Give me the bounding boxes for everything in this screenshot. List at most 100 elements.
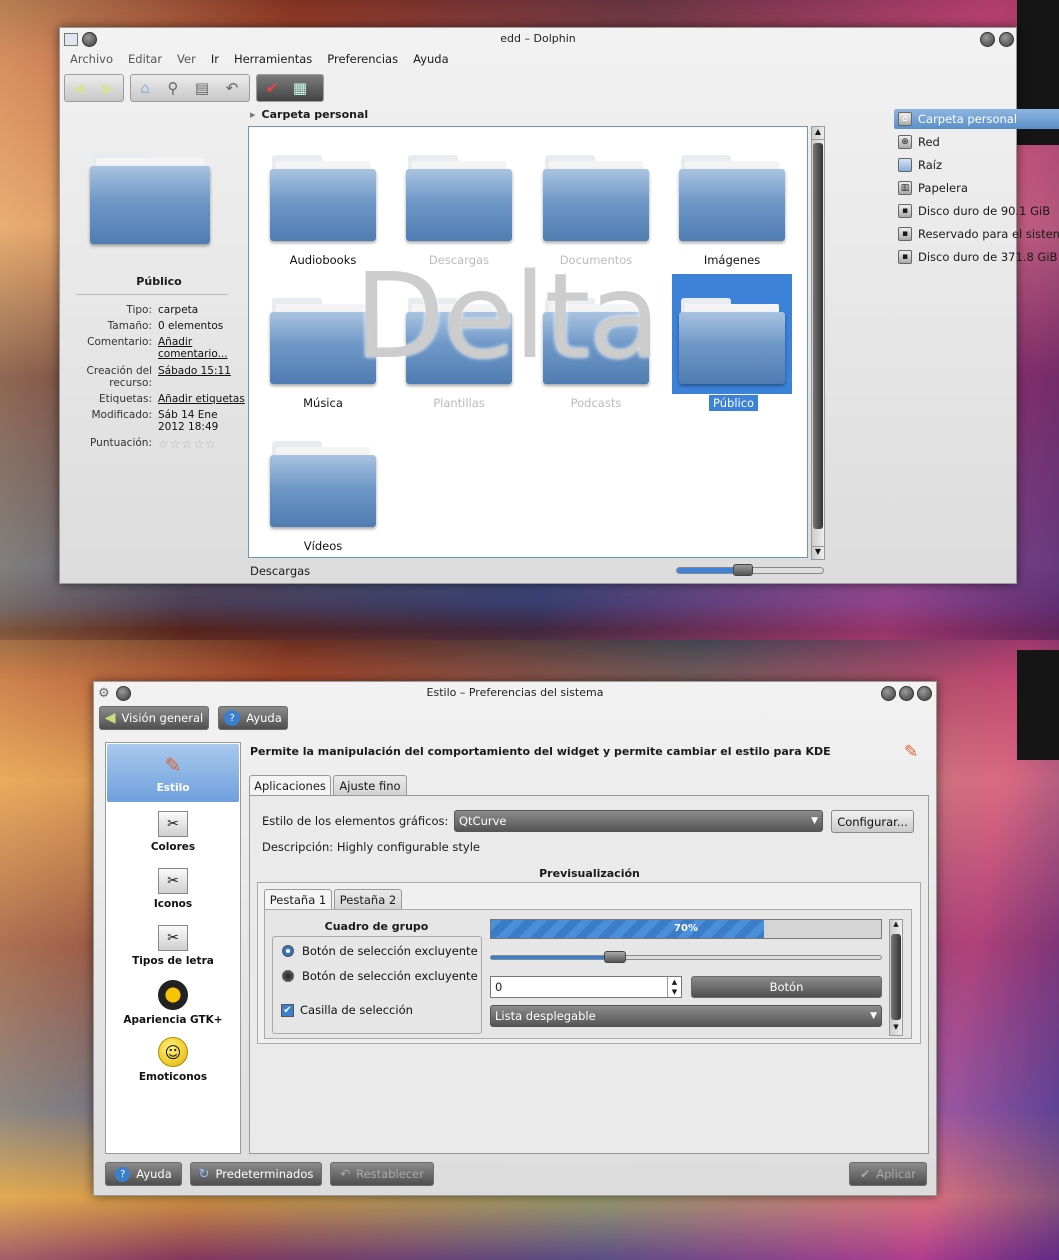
preview-slider[interactable] <box>490 951 882 963</box>
gtk-icon <box>158 980 188 1010</box>
undo-icon[interactable]: ↶ <box>221 78 243 98</box>
radio-button-1[interactable] <box>282 945 294 957</box>
place-disk-371[interactable]: ▪ Disco duro de 371.8 GiB <box>894 247 1059 267</box>
menu-herramientas[interactable]: Herramientas <box>234 52 312 70</box>
file-view-scrollbar[interactable]: ▲ ▼ <box>811 126 825 560</box>
desktop-panel-bottom <box>1017 650 1059 760</box>
search-icon[interactable]: ⚲ <box>162 78 184 98</box>
add-comment-link[interactable]: Añadir comentario... <box>158 336 228 360</box>
view-toolbar-group: ✔ ▦ <box>256 74 324 102</box>
rating-stars-icon[interactable]: ☆☆☆☆☆ <box>158 437 248 451</box>
minimize-button[interactable] <box>980 32 995 47</box>
tools-icon: ✂ <box>158 868 188 894</box>
radio-button-2[interactable] <box>282 970 294 982</box>
tab-ajuste-fino[interactable]: Ajuste fino <box>333 775 407 795</box>
place-trash[interactable]: ▥ Papelera <box>894 178 1059 198</box>
preview-tab-1[interactable]: Pestaña 1 <box>264 889 332 909</box>
folder-imagenes[interactable] <box>679 155 785 245</box>
place-reserved[interactable]: ▪ Reservado para el sistema <box>894 224 1059 244</box>
category-gtk[interactable]: Apariencia GTK+ <box>107 980 239 1026</box>
chevron-down-icon: ▼ <box>870 1011 877 1021</box>
gear-icon[interactable]: ⚙ <box>98 686 110 701</box>
radio-label-2: Botón de selección excluyente <box>302 969 478 983</box>
help-button[interactable]: ? Ayuda <box>105 1162 182 1186</box>
app-menu-icon[interactable] <box>64 33 78 46</box>
category-emoticonos[interactable]: ☺ Emoticonos <box>107 1037 239 1083</box>
info-folder-preview <box>90 146 212 250</box>
category-estilo[interactable]: ✎ Estilo <box>107 752 239 794</box>
overview-button[interactable]: ◀ Visión general <box>99 706 209 730</box>
nav-toolbar-group: ◀ ▶ <box>64 74 124 102</box>
created-date-link[interactable]: Sábado 15:11 <box>158 365 248 377</box>
menu-editar[interactable]: Editar <box>128 52 162 70</box>
scroll-up-icon[interactable]: ▲ <box>890 920 902 932</box>
help-menu-button[interactable]: ? Ayuda <box>218 706 288 730</box>
preview-scrollbar[interactable]: ▲ ▼ <box>889 919 903 1036</box>
add-tags-link[interactable]: Añadir etiquetas <box>158 393 248 405</box>
window-options-button[interactable] <box>116 686 131 701</box>
preview-button[interactable]: Botón <box>691 976 882 998</box>
scroll-down-icon[interactable]: ▼ <box>812 546 824 559</box>
home-icon[interactable]: ⌂ <box>134 78 156 98</box>
category-colores[interactable]: ✂ Colores <box>107 811 239 853</box>
chevron-down-icon: ▼ <box>811 816 818 826</box>
tools-icon: ✂ <box>158 811 188 837</box>
folder-descargas[interactable] <box>406 155 512 245</box>
preview-title: Previsualización <box>539 867 640 880</box>
configure-button[interactable]: Configurar... <box>831 810 914 833</box>
folder-documentos[interactable] <box>543 155 649 245</box>
place-network[interactable]: ⊕ Red <box>894 132 1059 152</box>
window-options-button[interactable] <box>82 32 97 47</box>
apply-button: ✔ Aplicar <box>849 1162 927 1186</box>
zoom-slider-handle[interactable] <box>732 564 753 576</box>
category-tipos-de-letra[interactable]: ✂ Tipos de letra <box>107 925 239 967</box>
back-arrow-icon: ◀ <box>104 710 116 726</box>
preview-icon[interactable]: ✔ <box>261 78 283 98</box>
breadcrumb[interactable]: ▸ Carpeta personal <box>250 108 368 121</box>
menubar: Archivo Editar Ver Ir Herramientas Prefe… <box>70 52 449 70</box>
menu-ir[interactable]: Ir <box>211 52 219 70</box>
zoom-slider[interactable] <box>676 564 824 576</box>
place-disk-90[interactable]: ▪ Disco duro de 90.1 GiB <box>894 201 1059 221</box>
menu-ayuda[interactable]: Ayuda <box>413 52 449 70</box>
menu-preferencias[interactable]: Preferencias <box>327 52 398 70</box>
scroll-down-icon[interactable]: ▼ <box>890 1023 902 1035</box>
scroll-thumb[interactable] <box>813 143 823 529</box>
folder-label-selected: Público <box>708 394 760 412</box>
group-box-title: Cuadro de grupo <box>324 920 429 933</box>
network-icon: ⊕ <box>898 135 912 149</box>
style-combobox[interactable]: QtCurve ▼ <box>454 810 823 832</box>
info-name: Público <box>136 275 182 288</box>
place-home[interactable]: ⌂ Carpeta personal <box>894 109 1059 129</box>
folder-publico[interactable] <box>679 298 785 388</box>
disk-icon: ▪ <box>898 250 912 264</box>
refresh-icon: ↻ <box>198 1166 210 1182</box>
window-title: Estilo – Preferencias del sistema <box>426 686 604 699</box>
menu-archivo[interactable]: Archivo <box>70 52 113 70</box>
forward-arrow-icon[interactable]: ▶ <box>97 78 119 98</box>
folder-videos[interactable] <box>270 441 376 531</box>
category-iconos[interactable]: ✂ Iconos <box>107 868 239 910</box>
slider-handle[interactable] <box>603 951 626 963</box>
defaults-button[interactable]: ↻ Predeterminados <box>190 1162 322 1186</box>
preview-combobox[interactable]: Lista desplegable ▼ <box>490 1005 882 1027</box>
new-folder-icon[interactable]: ▤ <box>191 78 213 98</box>
view-mode-icon[interactable]: ▦ <box>289 78 311 98</box>
maximize-button[interactable] <box>899 686 914 701</box>
progress-label: 70% <box>674 923 698 934</box>
file-view[interactable]: Audiobooks Descargas Documentos Imágenes… <box>248 126 808 558</box>
spin-box[interactable]: 0 ▲ ▼ <box>490 976 682 998</box>
checkbox-checked-icon[interactable]: ✔ <box>281 1004 294 1017</box>
preview-tab-2[interactable]: Pestaña 2 <box>334 889 402 909</box>
scroll-thumb[interactable] <box>891 934 901 1020</box>
folder-audiobooks[interactable] <box>270 155 376 245</box>
tab-aplicaciones[interactable]: Aplicaciones <box>249 775 331 795</box>
menu-ver[interactable]: Ver <box>177 52 196 70</box>
spin-arrows-icon[interactable]: ▲ ▼ <box>667 977 681 997</box>
scroll-up-icon[interactable]: ▲ <box>812 127 824 140</box>
minimize-button[interactable] <box>881 686 896 701</box>
place-root[interactable]: Raíz <box>894 155 1059 175</box>
close-button[interactable] <box>917 686 932 701</box>
back-arrow-icon[interactable]: ◀ <box>68 78 90 98</box>
close-button[interactable] <box>999 32 1014 47</box>
